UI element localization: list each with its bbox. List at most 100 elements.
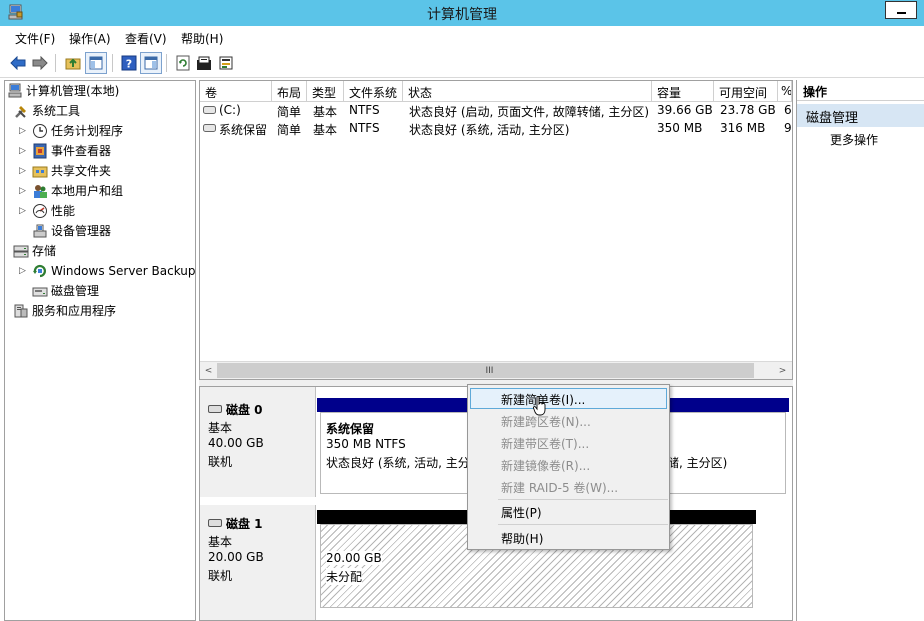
disk-size: 20.00 GB bbox=[208, 550, 264, 564]
volume-icon bbox=[203, 124, 216, 132]
users-groups-icon bbox=[34, 184, 47, 198]
menu-item-new-spanned-volume[interactable]: 新建跨区卷(N)... bbox=[470, 410, 667, 431]
services-apps-icon bbox=[14, 304, 28, 317]
expand-arrow-icon[interactable]: ▷ bbox=[19, 146, 29, 156]
back-icon bbox=[10, 56, 26, 70]
tree-label: 磁盘管理 bbox=[51, 284, 100, 298]
device-manager-icon bbox=[33, 224, 47, 237]
tree-item-storage[interactable]: 存储 bbox=[13, 241, 56, 260]
minimize-button[interactable] bbox=[885, 1, 917, 19]
performance-icon bbox=[33, 203, 47, 218]
menu-item-new-simple-volume[interactable]: 新建简单卷(I)... bbox=[470, 388, 667, 409]
shared-folders-icon bbox=[32, 166, 48, 177]
tree-item-disk-management[interactable]: 磁盘管理 bbox=[32, 281, 99, 300]
console-tree: 计算机管理(本地) 系统工具 ▷ 任务计划程序 ▷ 事件查看器 ▷ 共享文件夹 … bbox=[4, 80, 196, 621]
menu-help[interactable]: 帮助(H) bbox=[181, 30, 223, 47]
tree-item-system-tools[interactable]: 系统工具 bbox=[13, 101, 80, 120]
forward-icon bbox=[32, 56, 48, 70]
volume-name: (C:) bbox=[219, 103, 241, 117]
partition-name: 系统保留 bbox=[326, 422, 375, 436]
computer-management-icon bbox=[8, 83, 22, 97]
column-header-percent-free[interactable]: % bbox=[778, 81, 792, 102]
more-actions-link[interactable]: 更多操作 bbox=[830, 131, 878, 148]
disk-type: 基本 bbox=[208, 535, 233, 549]
menu-item-properties[interactable]: 属性(P) bbox=[470, 501, 667, 522]
column-header-volume[interactable]: 卷 bbox=[200, 81, 272, 102]
volume-capacity: 39.66 GB bbox=[657, 103, 713, 117]
menu-item-help[interactable]: 帮助(H) bbox=[470, 527, 667, 548]
column-header-filesystem[interactable]: 文件系统 bbox=[344, 81, 403, 102]
tree-item-computer-management[interactable]: 计算机管理(本地) bbox=[7, 81, 119, 100]
forward-button[interactable] bbox=[29, 52, 51, 74]
volume-status: 状态良好 (启动, 页面文件, 故障转储, 主分区) bbox=[409, 105, 650, 119]
column-header-free-space[interactable]: 可用空间 bbox=[714, 81, 778, 102]
tree-label: 服务和应用程序 bbox=[32, 304, 117, 318]
menu-view[interactable]: 查看(V) bbox=[125, 30, 167, 47]
scroll-right-icon[interactable]: > bbox=[774, 362, 791, 379]
actions-pane: 操作 磁盘管理 更多操作 bbox=[796, 80, 924, 621]
tree-label: 事件查看器 bbox=[51, 144, 112, 158]
expand-arrow-icon[interactable]: ▷ bbox=[19, 166, 29, 176]
tree-item-local-users-groups[interactable]: ▷ 本地用户和组 bbox=[19, 181, 123, 200]
menu-item-new-raid5-volume[interactable]: 新建 RAID-5 卷(W)... bbox=[470, 476, 667, 497]
show-hide-action-pane-icon bbox=[144, 56, 158, 70]
help-button[interactable]: ? bbox=[118, 52, 140, 74]
tree-item-event-viewer[interactable]: ▷ 事件查看器 bbox=[19, 141, 111, 160]
tree-label: Windows Server Backup bbox=[51, 263, 196, 278]
context-menu: 新建简单卷(I)... 新建跨区卷(N)... 新建带区卷(T)... 新建镜像… bbox=[467, 384, 670, 550]
show-hide-tree-button[interactable] bbox=[85, 52, 107, 74]
tree-label: 存储 bbox=[32, 244, 57, 258]
tree-item-services-applications[interactable]: 服务和应用程序 bbox=[13, 301, 116, 320]
column-header-capacity[interactable]: 容量 bbox=[652, 81, 714, 102]
expand-arrow-icon[interactable]: ▷ bbox=[19, 126, 29, 136]
event-viewer-icon bbox=[33, 143, 47, 158]
partition-status: 未分配 bbox=[326, 568, 363, 585]
disk-0-label[interactable]: 磁盘 0 基本 40.00 GB 联机 bbox=[200, 387, 316, 497]
column-header-status[interactable]: 状态 bbox=[403, 81, 652, 102]
expand-arrow-icon[interactable]: ▷ bbox=[19, 186, 29, 196]
up-folder-icon bbox=[65, 58, 81, 70]
partition-size: 20.00 GB bbox=[326, 551, 382, 565]
actions-section-disk-management[interactable]: 磁盘管理 bbox=[797, 104, 924, 127]
up-button[interactable] bbox=[62, 52, 84, 74]
tree-label: 性能 bbox=[51, 204, 76, 218]
tree-item-performance[interactable]: ▷ 性能 bbox=[19, 201, 75, 220]
menu-separator bbox=[498, 499, 668, 500]
tree-item-device-manager[interactable]: 设备管理器 bbox=[32, 221, 111, 240]
svg-text:?: ? bbox=[126, 58, 132, 71]
volume-filesystem: NTFS bbox=[349, 103, 380, 117]
tree-item-task-scheduler[interactable]: ▷ 任务计划程序 bbox=[19, 121, 123, 140]
back-button[interactable] bbox=[7, 52, 29, 74]
refresh-button[interactable] bbox=[172, 52, 194, 74]
menu-file[interactable]: 文件(F) bbox=[15, 30, 55, 47]
menu-action[interactable]: 操作(A) bbox=[69, 30, 111, 47]
disk-1-label[interactable]: 磁盘 1 基本 20.00 GB 联机 bbox=[200, 505, 316, 620]
column-header-type[interactable]: 类型 bbox=[307, 81, 344, 102]
disk-size: 40.00 GB bbox=[208, 436, 264, 450]
volume-layout: 简单 bbox=[277, 105, 302, 119]
volume-percent-free: 6 bbox=[784, 103, 792, 117]
menu-item-new-striped-volume[interactable]: 新建带区卷(T)... bbox=[470, 432, 667, 453]
scrollbar-thumb[interactable]: III bbox=[217, 363, 754, 378]
volume-type: 基本 bbox=[313, 105, 338, 119]
tree-item-shared-folders[interactable]: ▷ 共享文件夹 bbox=[19, 161, 111, 180]
disk-management-icon bbox=[32, 287, 48, 296]
partition-status-tail: 储, 主分区) bbox=[667, 456, 728, 470]
expand-arrow-icon[interactable]: ▷ bbox=[19, 266, 29, 276]
expand-arrow-icon[interactable]: ▷ bbox=[19, 206, 29, 216]
volume-percent-free: 9 bbox=[784, 121, 792, 135]
tree-item-windows-server-backup[interactable]: ▷ Windows Server Backup bbox=[19, 261, 196, 280]
export-button[interactable] bbox=[215, 52, 237, 74]
properties-button[interactable] bbox=[193, 52, 215, 74]
column-header-layout[interactable]: 布局 bbox=[272, 81, 307, 102]
menu-item-new-mirrored-volume[interactable]: 新建镜像卷(R)... bbox=[470, 454, 667, 475]
actions-header: 操作 bbox=[797, 80, 924, 101]
volume-type: 基本 bbox=[313, 123, 338, 137]
title-bar: 计算机管理 bbox=[0, 0, 924, 26]
horizontal-scrollbar[interactable]: < III > bbox=[200, 361, 792, 379]
scroll-left-icon[interactable]: < bbox=[200, 362, 217, 379]
show-hide-action-pane-button[interactable] bbox=[140, 52, 162, 74]
disk-name: 磁盘 0 bbox=[226, 403, 263, 417]
partition-size: 350 MB NTFS bbox=[326, 437, 406, 451]
window-title: 计算机管理 bbox=[427, 7, 497, 23]
